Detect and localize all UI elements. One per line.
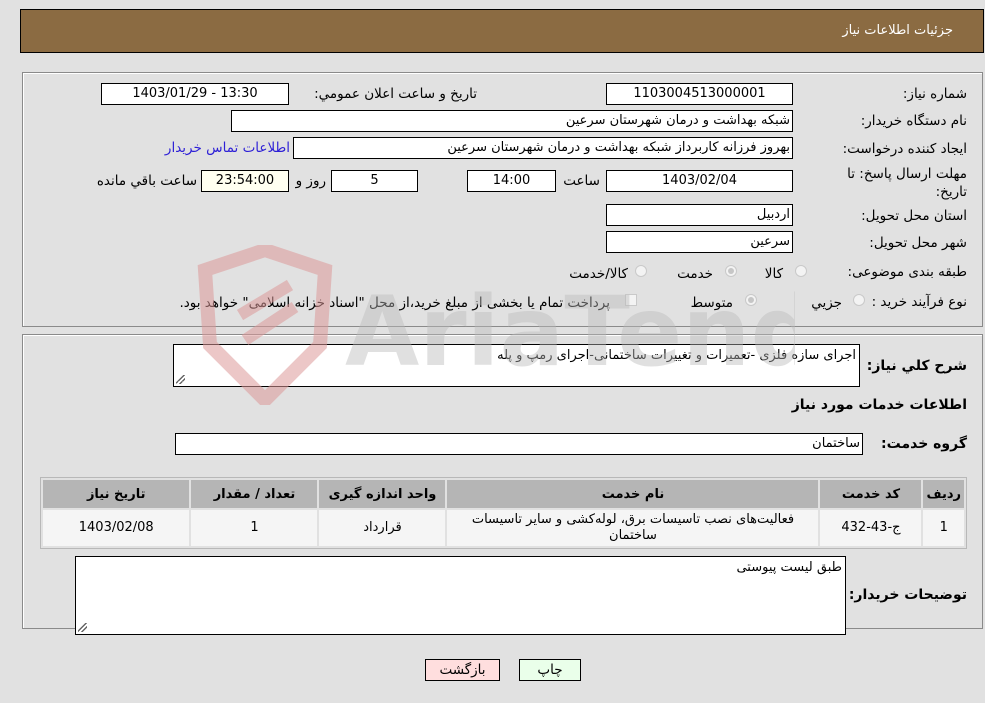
need-number-label: شماره نیاز:	[902, 86, 967, 102]
need-number-field[interactable]: 1103004513000001	[606, 83, 793, 105]
resize-grip-icon[interactable]	[176, 375, 185, 384]
creator-field[interactable]: بهروز فرزانه کاربرداز شبکه بهداشت و درما…	[293, 137, 793, 159]
deadline-date-field[interactable]: 1403/02/04	[606, 170, 793, 192]
city-field[interactable]: سرعين	[606, 231, 793, 253]
treasury-checkbox[interactable]	[625, 294, 637, 306]
remaining-time-label: ساعت باقي مانده	[96, 173, 197, 189]
col-need-date: تاریخ نیاز	[43, 480, 190, 508]
process-label: نوع فرآیند خرید :	[871, 294, 967, 310]
col-quantity: تعداد / مقدار	[191, 480, 318, 508]
col-service-name: نام خدمت	[447, 480, 819, 508]
description-text: اجرای سازه فلزی -تعمیرات و تغییرات ساختم…	[497, 348, 856, 363]
process-option-medium: متوسط	[690, 295, 733, 311]
service-group-label: گروه خدمت:	[881, 436, 967, 452]
col-unit: واحد اندازه گیری	[319, 480, 446, 508]
table-row: 1 ج-43-432 فعالیت‌های نصب تاسیسات برق، ل…	[43, 510, 964, 546]
days-remaining-field[interactable]: 5	[331, 170, 418, 192]
description-textarea[interactable]: اجرای سازه فلزی -تعمیرات و تغییرات ساختم…	[173, 344, 860, 387]
cell-quantity: 1	[191, 510, 318, 546]
buyer-notes-text: طبق لیست پیوستی	[736, 560, 842, 575]
col-service-code: کد خدمت	[820, 480, 922, 508]
process-option-minor: جزيي	[811, 295, 842, 311]
deadline-label: مهلت ارسال پاسخ: تا تاریخ:	[847, 166, 967, 200]
print-button[interactable]: چاپ	[519, 659, 581, 681]
category-radio-service[interactable]	[725, 265, 737, 277]
services-table: ردیف کد خدمت نام خدمت واحد اندازه گیری ت…	[40, 477, 967, 549]
cell-unit: قرارداد	[319, 510, 446, 546]
page-header: جزئیات اطلاعات نیاز	[20, 9, 984, 53]
creator-label: ایجاد کننده درخواست:	[842, 141, 967, 157]
description-label: شرح كلي نياز:	[866, 358, 967, 374]
days-label: روز و	[295, 173, 326, 189]
cell-need-date: 1403/02/08	[43, 510, 190, 546]
services-section-title: اطلاعات خدمات مورد نیاز	[791, 397, 967, 413]
back-button[interactable]: بازگشت	[425, 659, 500, 681]
buyer-notes-label: توضیحات خریدار:	[848, 587, 967, 603]
buyer-org-field[interactable]: شبکه بهداشت و درمان شهرستان سرعين	[231, 110, 793, 132]
remaining-time-field: 23:54:00	[201, 170, 289, 192]
category-label: طبقه بندی موضوعی:	[847, 264, 967, 280]
category-option-goods: کالا	[764, 266, 783, 282]
province-label: استان محل تحویل:	[861, 208, 967, 224]
category-option-goods-service: کالا/خدمت	[569, 266, 628, 282]
cell-service-code: ج-43-432	[820, 510, 922, 546]
cell-service-name: فعالیت‌های نصب تاسیسات برق، لوله‌کشی و س…	[447, 510, 819, 546]
service-group-field[interactable]: ساختمان	[175, 433, 863, 455]
treasury-note: پرداخت تمام یا بخشی از مبلغ خرید،از محل …	[179, 295, 610, 311]
announce-date-label: تاریخ و ساعت اعلان عمومي:	[314, 86, 477, 102]
deadline-time-field[interactable]: 14:00	[467, 170, 556, 192]
cell-row-number: 1	[923, 510, 964, 546]
table-header-row: ردیف کد خدمت نام خدمت واحد اندازه گیری ت…	[43, 480, 964, 508]
category-radio-goods[interactable]	[795, 265, 807, 277]
process-radio-medium[interactable]	[745, 294, 757, 306]
buyer-contact-link[interactable]: اطلاعات تماس خریدار	[165, 140, 290, 156]
buyer-notes-textarea[interactable]: طبق لیست پیوستی	[75, 556, 846, 635]
col-row-number: ردیف	[923, 480, 964, 508]
process-radio-minor[interactable]	[853, 294, 865, 306]
city-label: شهر محل تحویل:	[869, 235, 967, 251]
buyer-org-label: نام دستگاه خريدار:	[860, 113, 967, 129]
category-option-service: خدمت	[677, 266, 713, 282]
announce-date-field[interactable]: 1403/01/29 - 13:30	[101, 83, 289, 105]
page-title: جزئیات اطلاعات نیاز	[842, 23, 953, 38]
province-field[interactable]: اردبیل	[606, 204, 793, 226]
category-radio-goods-service[interactable]	[635, 265, 647, 277]
resize-grip-icon[interactable]	[78, 623, 87, 632]
deadline-time-label: ساعت	[563, 173, 600, 189]
